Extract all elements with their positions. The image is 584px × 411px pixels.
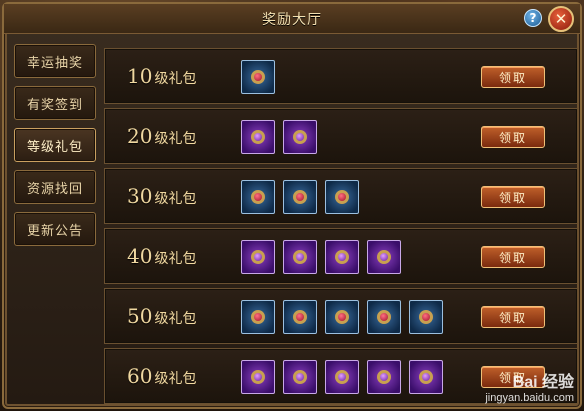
- close-button[interactable]: ✕: [548, 6, 574, 32]
- gem-icon: [251, 370, 265, 384]
- gem-icon: [377, 310, 391, 324]
- level-suffix: 级礼包: [154, 131, 197, 147]
- reward-items: [241, 180, 359, 214]
- level-label: 30 级礼包: [127, 184, 196, 208]
- level-number: 40: [127, 244, 153, 268]
- ruby-ring-icon[interactable]: [325, 180, 359, 214]
- reward-hall-window: 奖励大厅 ? ✕ 幸运抽奖 有奖签到 等级礼包 资源找回 更新公告 10 级礼包领…: [2, 2, 582, 409]
- level-number: 30: [127, 184, 153, 208]
- ruby-ring-icon[interactable]: [283, 180, 317, 214]
- claim-button[interactable]: 领取: [481, 306, 545, 328]
- ruby-ring-icon[interactable]: [409, 300, 443, 334]
- amethyst-ring-icon[interactable]: [241, 120, 275, 154]
- help-button[interactable]: ?: [524, 9, 542, 27]
- level-number: 60: [127, 364, 153, 388]
- amethyst-ring-icon[interactable]: [325, 240, 359, 274]
- sidebar-item-resource-recovery[interactable]: 资源找回: [14, 170, 96, 204]
- amethyst-ring-icon[interactable]: [241, 240, 275, 274]
- ruby-ring-icon[interactable]: [241, 180, 275, 214]
- level-suffix: 级礼包: [154, 191, 197, 207]
- gem-icon: [293, 190, 307, 204]
- gem-icon: [251, 130, 265, 144]
- ruby-ring-icon[interactable]: [241, 60, 275, 94]
- sidebar-item-level-gift[interactable]: 等级礼包: [14, 128, 96, 162]
- amethyst-ring-icon[interactable]: [409, 360, 443, 394]
- gem-icon: [251, 190, 265, 204]
- gem-icon: [419, 310, 433, 324]
- ruby-ring-icon[interactable]: [241, 300, 275, 334]
- reward-list: 10 级礼包 领取 20 级礼包 领取 30 级礼包 领取 40 级礼包 领取 50 级礼包 领取 60 级礼包…: [104, 44, 578, 409]
- sidebar-item-announcement[interactable]: 更新公告: [14, 212, 96, 246]
- level-number: 10: [127, 64, 153, 88]
- amethyst-ring-icon[interactable]: [367, 360, 401, 394]
- title-bar: 奖励大厅 ? ✕: [4, 4, 580, 34]
- sidebar-item-lucky-draw[interactable]: 幸运抽奖: [14, 44, 96, 78]
- level-suffix: 级礼包: [154, 311, 197, 327]
- level-suffix: 级礼包: [154, 371, 197, 387]
- gem-icon: [335, 250, 349, 264]
- gem-icon: [293, 130, 307, 144]
- sidebar-item-sign-in[interactable]: 有奖签到: [14, 86, 96, 120]
- ruby-ring-icon[interactable]: [367, 300, 401, 334]
- claim-button[interactable]: 领取: [481, 66, 545, 88]
- reward-row: 20 级礼包 领取: [104, 108, 578, 164]
- reward-items: [241, 60, 275, 94]
- amethyst-ring-icon[interactable]: [241, 360, 275, 394]
- gem-icon: [377, 250, 391, 264]
- ruby-ring-icon[interactable]: [283, 300, 317, 334]
- level-label: 20 级礼包: [127, 124, 196, 148]
- reward-items: [241, 120, 317, 154]
- gem-icon: [293, 250, 307, 264]
- level-number: 50: [127, 304, 153, 328]
- ruby-ring-icon[interactable]: [325, 300, 359, 334]
- amethyst-ring-icon[interactable]: [367, 240, 401, 274]
- reward-row: 40 级礼包 领取: [104, 228, 578, 284]
- level-suffix: 级礼包: [154, 71, 197, 87]
- reward-items: [241, 360, 443, 394]
- sidebar: 幸运抽奖 有奖签到 等级礼包 资源找回 更新公告: [14, 44, 100, 254]
- reward-row: 30 级礼包 领取: [104, 168, 578, 224]
- reward-row: 50 级礼包 领取: [104, 288, 578, 344]
- amethyst-ring-icon[interactable]: [325, 360, 359, 394]
- gem-icon: [335, 370, 349, 384]
- level-label: 50 级礼包: [127, 304, 196, 328]
- gem-icon: [293, 370, 307, 384]
- amethyst-ring-icon[interactable]: [283, 360, 317, 394]
- amethyst-ring-icon[interactable]: [283, 120, 317, 154]
- claim-button[interactable]: 领取: [481, 186, 545, 208]
- gem-icon: [377, 370, 391, 384]
- level-label: 10 级礼包: [127, 64, 196, 88]
- gem-icon: [419, 370, 433, 384]
- amethyst-ring-icon[interactable]: [283, 240, 317, 274]
- watermark: Bai 经验 jingyan.baidu.com: [485, 373, 574, 404]
- claim-button[interactable]: 领取: [481, 246, 545, 268]
- reward-items: [241, 300, 443, 334]
- gem-icon: [293, 310, 307, 324]
- gem-icon: [251, 310, 265, 324]
- gem-icon: [335, 190, 349, 204]
- claim-button[interactable]: 领取: [481, 126, 545, 148]
- level-number: 20: [127, 124, 153, 148]
- reward-row: 10 级礼包 领取: [104, 48, 578, 104]
- gem-icon: [251, 70, 265, 84]
- reward-items: [241, 240, 401, 274]
- gem-icon: [251, 250, 265, 264]
- gem-icon: [335, 310, 349, 324]
- level-label: 40 级礼包: [127, 244, 196, 268]
- window-title: 奖励大厅: [262, 11, 322, 28]
- level-label: 60 级礼包: [127, 364, 196, 388]
- level-suffix: 级礼包: [154, 251, 197, 267]
